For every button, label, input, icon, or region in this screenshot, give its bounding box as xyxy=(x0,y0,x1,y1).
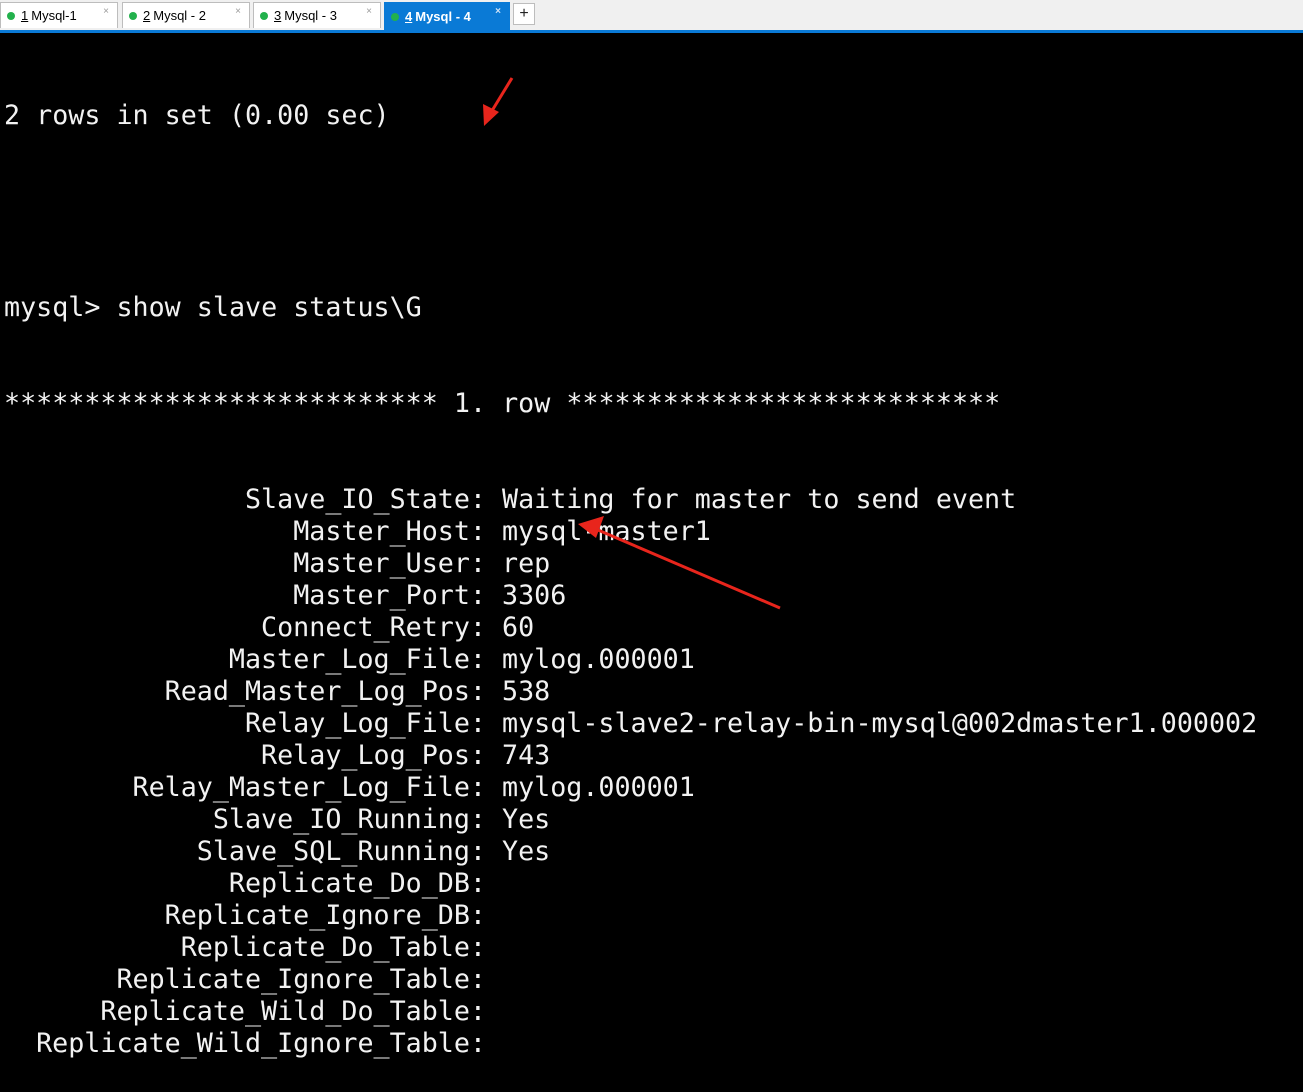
slave-status-fields: Slave_IO_State: Waiting for master to sen… xyxy=(4,484,1303,1060)
field-key: Master_Log_File: xyxy=(228,644,486,675)
tab-number: 2 xyxy=(143,8,151,23)
status-field-row: Replicate_Ignore_DB: xyxy=(4,900,1303,932)
field-key: Replicate_Do_DB: xyxy=(228,868,486,899)
field-value: 3306 xyxy=(502,580,567,611)
field-key: Relay_Master_Log_File: xyxy=(132,772,486,803)
field-key: Slave_SQL_Running: xyxy=(196,836,486,867)
command-line: mysql> show slave status\G xyxy=(4,292,422,323)
status-field-row: Relay_Log_File: mysql-slave2-relay-bin-my… xyxy=(4,708,1303,740)
status-field-row: Read_Master_Log_Pos: 538 xyxy=(4,676,1303,708)
field-value: 743 xyxy=(502,740,551,771)
close-icon[interactable]: × xyxy=(495,6,501,17)
status-field-row: Replicate_Do_DB: xyxy=(4,868,1303,900)
status-field-row: Master_User: rep xyxy=(4,548,1303,580)
field-value: mysql-master1 xyxy=(502,516,711,547)
connected-status-dot-icon xyxy=(129,11,137,20)
field-key: Slave_IO_State: xyxy=(244,484,486,515)
tab-mysql-4[interactable]: 4 Mysql - 4 × xyxy=(384,2,510,30)
field-key: Replicate_Do_Table: xyxy=(180,932,486,963)
field-key: Connect_Retry: xyxy=(261,612,486,643)
tab-number: 4 xyxy=(405,9,413,24)
close-icon[interactable]: × xyxy=(235,6,241,17)
tab-mysql-1[interactable]: 1 Mysql-1 × xyxy=(0,2,118,28)
field-value: Yes xyxy=(502,836,551,867)
status-field-row: Replicate_Ignore_Table: xyxy=(4,964,1303,996)
tab-number: 1 xyxy=(21,8,29,23)
tab-label: Mysql - 2 xyxy=(153,8,206,23)
connected-status-dot-icon xyxy=(260,11,268,20)
status-field-row: Master_Log_File: mylog.000001 xyxy=(4,644,1303,676)
field-key: Replicate_Wild_Ignore_Table: xyxy=(36,1028,486,1059)
field-key: Master_User: xyxy=(293,548,486,579)
status-field-row: Relay_Log_Pos: 743 xyxy=(4,740,1303,772)
status-field-row: Master_Port: 3306 xyxy=(4,580,1303,612)
field-value: mylog.000001 xyxy=(502,772,695,803)
field-value: rep xyxy=(502,548,551,579)
field-key: Master_Port: xyxy=(293,580,486,611)
status-field-row: Slave_IO_Running: Yes xyxy=(4,804,1303,836)
tab-label: Mysql - 4 xyxy=(415,9,471,24)
field-key: Relay_Log_Pos: xyxy=(261,740,486,771)
field-key: Relay_Log_File: xyxy=(244,708,486,739)
tab-number: 3 xyxy=(274,8,282,23)
status-field-row: Slave_SQL_Running: Yes xyxy=(4,836,1303,868)
rows-in-set-line: 2 rows in set (0.00 sec) xyxy=(4,100,390,131)
status-field-row: Connect_Retry: 60 xyxy=(4,612,1303,644)
close-icon[interactable]: × xyxy=(366,6,372,17)
tab-label: Mysql - 3 xyxy=(284,8,337,23)
tab-label: Mysql-1 xyxy=(31,8,77,23)
connected-status-dot-icon xyxy=(391,12,399,21)
field-key: Replicate_Wild_Do_Table: xyxy=(100,996,486,1027)
field-value: 538 xyxy=(502,676,551,707)
field-key: Replicate_Ignore_Table: xyxy=(116,964,486,995)
status-field-row: Replicate_Wild_Ignore_Table: xyxy=(4,1028,1303,1060)
field-key: Master_Host: xyxy=(293,516,486,547)
close-icon[interactable]: × xyxy=(103,6,109,17)
field-value: Waiting for master to send event xyxy=(502,484,1017,515)
tab-mysql-3[interactable]: 3 Mysql - 3 × xyxy=(253,2,381,28)
tab-mysql-2[interactable]: 2 Mysql - 2 × xyxy=(122,2,250,28)
status-field-row: Slave_IO_State: Waiting for master to sen… xyxy=(4,484,1303,516)
status-field-row: Replicate_Do_Table: xyxy=(4,932,1303,964)
tab-bar: 1 Mysql-1 × 2 Mysql - 2 × 3 Mysql - 3 × … xyxy=(0,0,1303,33)
status-field-row: Relay_Master_Log_File: mylog.000001 xyxy=(4,772,1303,804)
terminal-output[interactable]: 2 rows in set (0.00 sec) mysql> show sla… xyxy=(4,36,1303,1092)
field-value: mysql-slave2-relay-bin-mysql@002dmaster1… xyxy=(502,708,1258,739)
new-tab-button[interactable]: + xyxy=(513,3,535,25)
field-value: 60 xyxy=(502,612,535,643)
field-key: Read_Master_Log_Pos: xyxy=(164,676,486,707)
status-field-row: Master_Host: mysql-master1 xyxy=(4,516,1303,548)
field-key: Replicate_Ignore_DB: xyxy=(164,900,486,931)
field-value: mylog.000001 xyxy=(502,644,695,675)
status-field-row: Replicate_Wild_Do_Table: xyxy=(4,996,1303,1028)
field-key: Slave_IO_Running: xyxy=(212,804,486,835)
row-header: *************************** 1. row *****… xyxy=(4,388,1001,419)
connected-status-dot-icon xyxy=(7,11,15,20)
field-value: Yes xyxy=(502,804,551,835)
